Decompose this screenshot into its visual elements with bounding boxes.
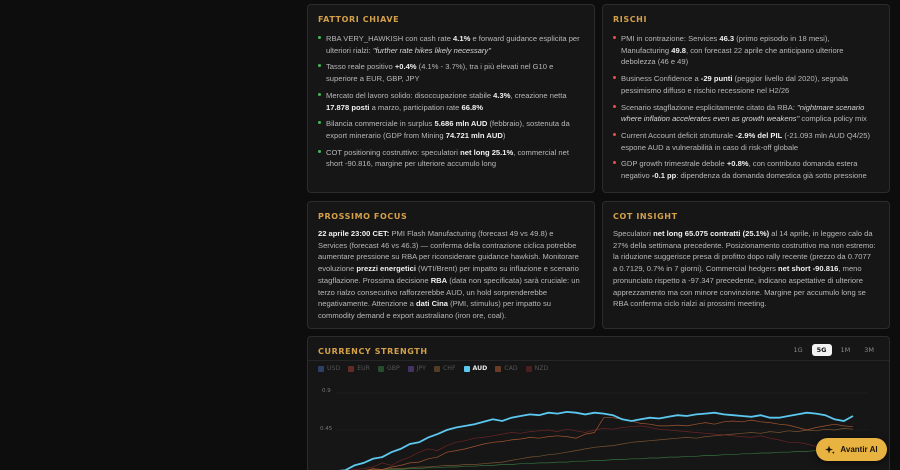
strength-chart: [336, 392, 868, 470]
series-line-chf: [353, 428, 854, 470]
bold-value: 4.1%: [453, 34, 471, 43]
card-title: COT INSIGHT: [613, 212, 678, 221]
card-fattori-chiave: FATTORI CHIAVE RBA VERY_HAWKISH con cash…: [307, 4, 595, 193]
card-title: PROSSIMO FOCUS: [318, 212, 408, 221]
list-item: Scenario stagflazione esplicitamente cit…: [613, 102, 877, 125]
bold-value: 5.686 mln AUD: [434, 119, 488, 129]
bold-value: -0.1 pp: [651, 171, 677, 181]
bold-value: -2.9% del PIL: [735, 130, 783, 140]
bold-value: net long 25.1%: [460, 147, 514, 157]
bold-value: 46.3: [719, 34, 735, 43]
card-currency-strength: CURRENCY STRENGTH 1G 5G 1M 3M USD EUR GBP JPY C…: [307, 336, 890, 470]
card-prossimo-focus: PROSSIMO FOCUS 22 aprile 23:00 CET: PMI …: [307, 201, 595, 329]
list-item: Business Confidence a -29 punti (peggior…: [613, 73, 877, 96]
bullet-dot: [613, 36, 616, 39]
list-item: Bilancia commerciale in surplus 5.686 ml…: [318, 118, 582, 141]
bullet-dot: [613, 161, 616, 165]
list-item: GDP growth trimestrale debole +0.8%, con…: [613, 158, 877, 181]
fattori-list: RBA VERY_HAWKISH con cash rate 4.1% e fo…: [318, 33, 582, 175]
avantir-ai-button[interactable]: Avantir AI: [816, 438, 887, 461]
bold-value: net long 65.075 contratti (25.1%): [653, 229, 770, 238]
bullet-dot: [613, 76, 616, 80]
bold-value: 22 aprile 23:00 CET:: [318, 229, 390, 238]
list-item: RBA VERY_HAWKISH con cash rate 4.1% e fo…: [318, 33, 582, 56]
card-title: RISCHI: [613, 15, 648, 24]
series-line-aud: [338, 410, 854, 470]
card-rischi: RISCHI PMI in contrazione: Services 46.3…: [602, 4, 890, 193]
focus-text: 22 aprile 23:00 CET: PMI Flash Manufactu…: [318, 229, 580, 320]
cot-text: Speculatori net long 65.075 contratti (2…: [613, 229, 876, 309]
bold-value: 66.8%: [461, 102, 484, 112]
bullet-dot: [318, 149, 321, 153]
bullet-dot: [318, 92, 321, 96]
bold-value: RBA: [430, 275, 448, 285]
list-item: COT positioning costruttivo: speculatori…: [318, 147, 582, 170]
bold-value: prezzi energetici: [356, 264, 416, 274]
bold-value: +0.8%: [726, 159, 749, 169]
bullet-dot: [318, 64, 321, 68]
list-item: Mercato del lavoro solido: disoccupazion…: [318, 90, 582, 113]
bullet-dot: [613, 104, 616, 108]
bold-value: -29 punti: [700, 74, 733, 84]
list-item: PMI in contrazione: Services 46.3 (primo…: [613, 33, 877, 68]
bold-value: 17.878 posti: [326, 102, 370, 112]
list-item: Tasso reale positivo +0.4% (4.1% - 3.7%)…: [318, 61, 582, 84]
bold-value: +0.4%: [394, 62, 417, 72]
bold-value: 49.8: [671, 45, 687, 55]
bold-value: 4.3%: [493, 90, 511, 100]
rischi-list: PMI in contrazione: Services 46.3 (primo…: [613, 33, 877, 187]
sparkle-icon: [825, 445, 836, 454]
bold-value: dati Cina: [415, 299, 449, 309]
list-item: Current Account deficit strutturale -2.9…: [613, 130, 877, 153]
bullet-dot: [318, 36, 321, 39]
ai-button-label: Avantir AI: [840, 445, 878, 454]
quote-text: "further rate hikes likely necessary": [372, 45, 491, 55]
bullet-dot: [613, 132, 616, 136]
bullet-dot: [318, 121, 321, 125]
card-cot-insight: COT INSIGHT Speculatori net long 65.075 …: [602, 201, 890, 329]
bold-value: 74.721 mln AUD: [445, 130, 503, 140]
quote-text: "nightmare scenario where inflation acce…: [621, 102, 865, 124]
bold-value: net short -90.816: [778, 264, 839, 274]
series-line-gbp: [363, 448, 854, 470]
card-title: FATTORI CHIAVE: [318, 15, 400, 24]
